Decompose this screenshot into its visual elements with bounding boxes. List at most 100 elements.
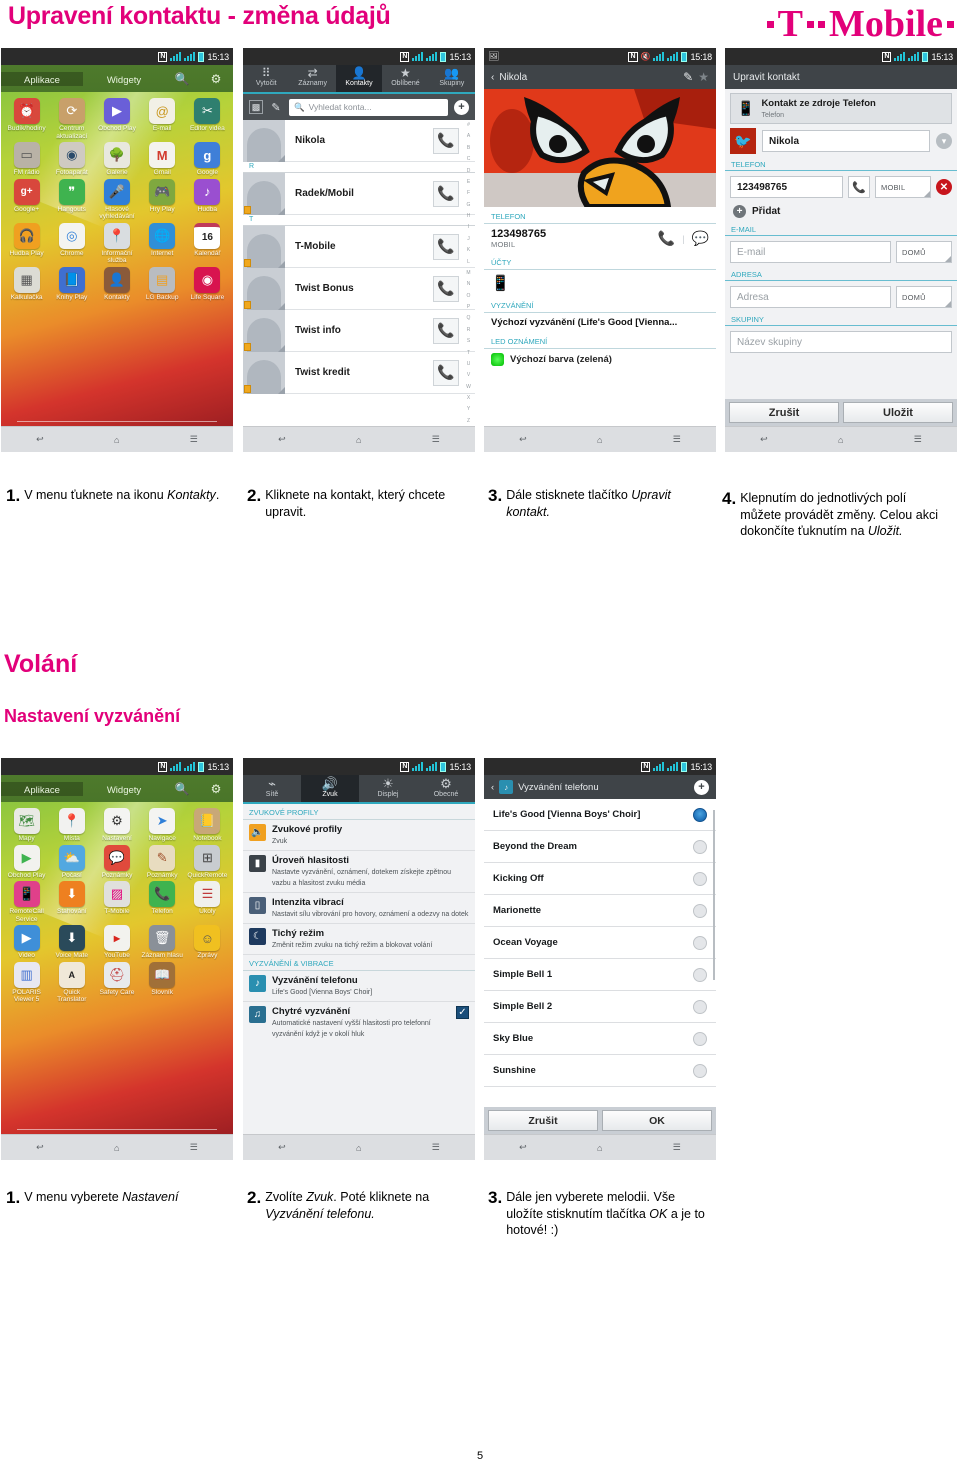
tab-oblibene[interactable]: ★ Oblíbené [382,65,428,92]
scrollbar[interactable] [713,810,715,980]
tab-vytocit[interactable]: ⠿ Vytočit [243,65,289,92]
contact-row[interactable]: Twist kredit 📞 [243,351,475,394]
app-icon-item[interactable]: 🌳 Galerie [94,142,139,177]
app-icon-item[interactable]: 👤 Kontakty [94,266,139,302]
home-icon[interactable]: ⌂ [356,1143,361,1153]
checkbox-checked-icon[interactable]: ✓ [456,1006,469,1019]
ringtone-row[interactable]: Beyond the Dream [484,831,716,863]
app-icon-item[interactable]: ▶ Obchod Play [94,98,139,140]
app-icon-item[interactable]: 🎤 Hlasové vyhledávání [94,178,139,221]
group-field[interactable]: Název skupiny [730,331,952,353]
call-icon[interactable]: 📞 [658,230,675,247]
gear-icon[interactable]: ⚙ [199,72,233,86]
back-icon[interactable]: ↩ [760,434,768,445]
ringtone-value[interactable]: Výchozí vyzvánění (Life's Good [Vienna..… [484,313,716,332]
delete-icon[interactable]: ✕ [936,179,952,195]
back-icon[interactable]: ↩ [278,434,286,445]
tab-displej[interactable]: ☀ Displej [359,775,417,802]
home-icon[interactable]: ⌂ [356,435,361,445]
app-icon-item[interactable]: g Google [185,142,230,177]
app-icon-item[interactable]: ⛅ Počasí [49,844,94,880]
name-field[interactable]: Nikola [762,130,930,152]
contact-row[interactable]: Nikola 📞 [243,119,475,162]
settings-row[interactable]: ▯ Intenzita vibrací Nastavit sílu vibrová… [243,893,475,924]
app-icon-item[interactable]: ✎ Poznámky [140,844,185,880]
tab-kontakty[interactable]: 👤 Kontakty [335,65,383,92]
app-icon-item[interactable]: ⬇ Voice Mate [49,925,94,960]
contact-row[interactable]: T-Mobile 📞 [243,225,475,268]
app-icon-item[interactable]: 📱 RemoteCall Service [4,881,49,923]
tab-obecne[interactable]: ⚙ Obecné [417,775,475,802]
app-icon-item[interactable]: ✂ Editor videa [185,98,230,140]
alphabet-index[interactable]: # A B C D E F G H I J K L M N O P Q R S … [463,122,474,424]
app-icon-item[interactable]: 🗑 Záznam hlasu [140,925,185,960]
compose-icon[interactable]: ✎ [269,100,283,114]
radio-icon[interactable] [693,903,707,918]
radio-icon[interactable] [693,935,707,950]
ringtone-row[interactable]: Life's Good [Vienna Boys' Choir] [484,799,716,831]
menu-icon[interactable]: ☰ [673,434,681,445]
app-icon-item[interactable]: 🌐 Internet [140,222,185,265]
app-icon-item[interactable]: ☺ Zprávy [185,925,230,960]
address-type-select[interactable]: DOMŮ [896,286,952,308]
contact-row[interactable]: Twist Bonus 📞 [243,267,475,310]
call-icon[interactable]: 📞 [433,275,459,302]
pencil-icon[interactable]: ✎ [683,70,693,84]
back-icon[interactable]: ↩ [36,1142,44,1153]
app-icon-item[interactable]: ☰ Úkoly [185,881,230,923]
contacts-list[interactable]: Nikola 📞 R Radek/Mobil 📞 T T-Mobile 📞 Tw… [243,119,475,426]
app-icon-item[interactable]: ▶ YouTube [94,925,139,960]
radio-icon[interactable] [693,1063,707,1078]
app-icon-item[interactable]: ❞ Hangouts [49,178,94,221]
menu-icon[interactable]: ☰ [432,1142,440,1153]
ringtone-row[interactable]: Marionette [484,895,716,927]
menu-icon[interactable]: ☰ [190,1142,198,1153]
contact-photo-thumb[interactable]: 🐦 [730,128,756,154]
home-icon[interactable]: ⌂ [114,435,119,445]
gear-icon[interactable]: ⚙ [199,782,233,796]
app-icon-item[interactable]: 📖 Slovník [140,961,185,1004]
call-icon[interactable]: 📞 [433,317,459,344]
tab-aplikace[interactable]: Aplikace [1,781,83,796]
call-icon[interactable]: 📞 [433,233,459,260]
call-icon[interactable]: 📞 [433,359,459,386]
call-icon[interactable]: 📞 [433,180,459,207]
ringtone-row[interactable]: Sky Blue [484,1023,716,1055]
radio-icon[interactable] [693,999,707,1014]
ringtone-row[interactable]: Sunshine [484,1055,716,1087]
back-icon[interactable]: ↩ [519,1142,527,1153]
app-icon-item[interactable]: ⊞ QuickRemote [185,844,230,880]
radio-icon[interactable] [693,1031,707,1046]
contact-row[interactable]: Radek/Mobil 📞 [243,172,475,215]
settings-gear-icon[interactable]: ⚙ [103,808,130,834]
app-icon-item[interactable]: 📒 Notebook [185,808,230,843]
app-icon-item[interactable]: 📍 Místa [49,808,94,843]
back-icon[interactable]: ↩ [278,1142,286,1153]
star-icon[interactable]: ★ [698,70,709,84]
tab-zvuk[interactable]: 🔊 Zvuk [301,775,359,802]
add-phone-button[interactable]: + Přidat [725,203,957,223]
radio-selected-icon[interactable] [693,807,707,822]
settings-row[interactable]: ☾ Tichý režim Změnit režim zvuku na tichý… [243,924,475,955]
account-row[interactable]: 📱 [484,270,716,296]
app-icon-item[interactable]: ♪ Hudba [185,178,230,221]
message-icon[interactable]: 💬 [692,230,709,247]
back-icon[interactable]: ↩ [519,434,527,445]
email-field[interactable]: E-mail [730,241,891,263]
app-icon-item[interactable]: ▭ FM rádio [4,142,49,177]
radio-icon[interactable] [693,967,707,982]
add-contact-button[interactable]: + [454,99,469,115]
contact-row[interactable]: Twist info 📞 [243,309,475,352]
phone-row[interactable]: 123498765 MOBIL 📞 | 💬 [484,224,716,253]
home-icon[interactable]: ⌂ [597,1143,602,1153]
app-icon-item[interactable]: ◉ Life Square [185,266,230,302]
cancel-button[interactable]: Zrušit [729,402,839,423]
app-icon-item[interactable]: ⟳ Centrum aktualizací [49,98,94,140]
radio-icon[interactable] [693,871,707,886]
save-button[interactable]: Uložit [843,402,953,423]
app-icon-item[interactable]: @ E-mail [140,98,185,140]
qr-icon[interactable]: ▩ [249,100,263,114]
ringtone-row[interactable]: Ocean Voyage [484,927,716,959]
ringtone-row[interactable]: Kicking Off [484,863,716,895]
app-icon-item[interactable]: ▤ LG Backup [140,266,185,302]
